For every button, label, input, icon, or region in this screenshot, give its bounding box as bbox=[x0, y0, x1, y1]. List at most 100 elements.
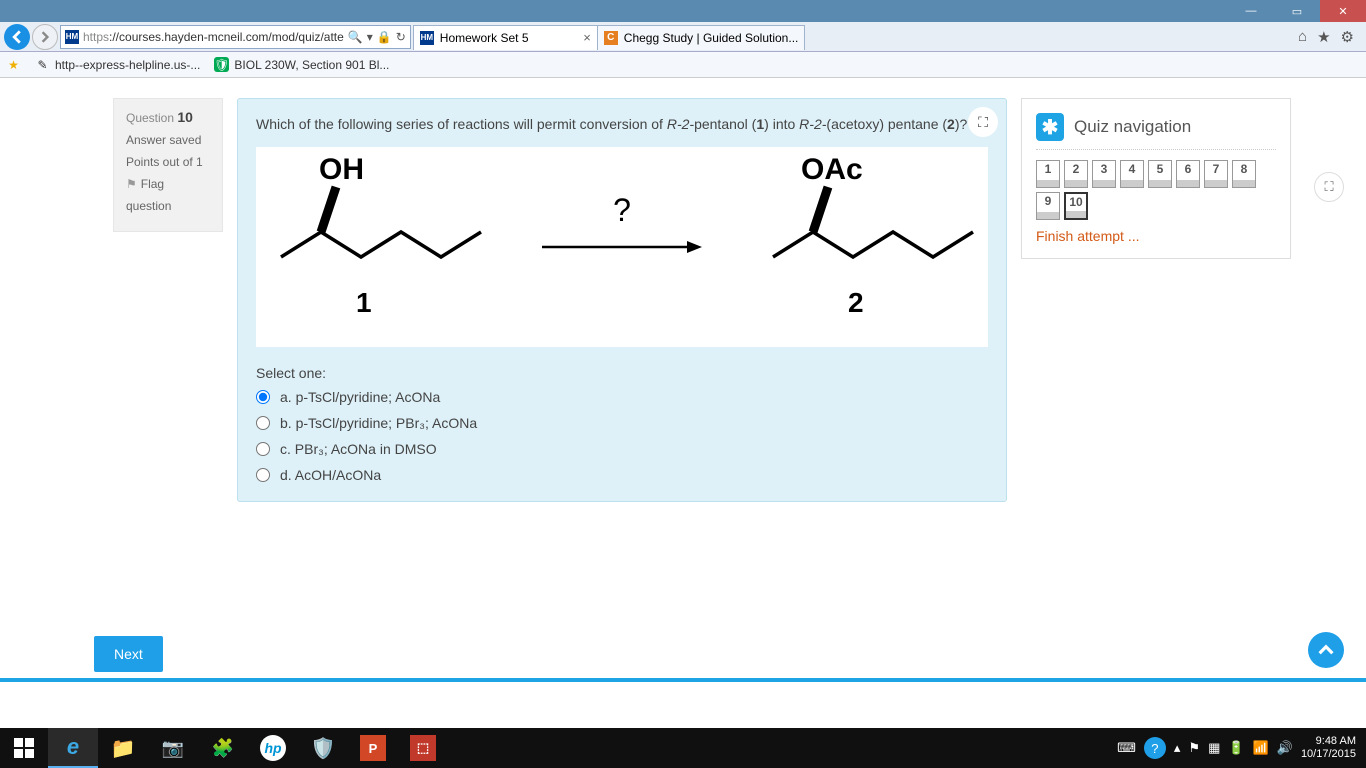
address-favicon: HM bbox=[65, 30, 79, 44]
taskbar-app-red[interactable]: ⬚ bbox=[398, 728, 448, 768]
help-icon[interactable]: ? bbox=[1144, 737, 1166, 759]
browser-right-icons: ⌂ ★ ⚙ bbox=[1298, 28, 1362, 46]
option-a[interactable]: a. p-TsCl/pyridine; AcONa bbox=[256, 389, 988, 405]
taskbar-camera[interactable]: 📷 bbox=[148, 728, 198, 768]
tab-strip: HM Homework Set 5 × C Chegg Study | Guid… bbox=[413, 24, 805, 50]
flag-icon: ⚑ bbox=[126, 177, 137, 191]
system-tray: ⌨ ? ▴ ⚑ ▦ 🔋 📶 🔊 9:48 AM 10/17/2015 bbox=[1117, 735, 1366, 761]
close-icon[interactable]: × bbox=[583, 30, 591, 45]
option-a-radio[interactable] bbox=[256, 390, 270, 404]
answer-options: a. p-TsCl/pyridine; AcONa b. p-TsCl/pyri… bbox=[256, 389, 988, 483]
search-icon[interactable]: 🔍 bbox=[348, 30, 363, 44]
quiz-nav-q7[interactable]: 7 bbox=[1204, 160, 1228, 188]
taskbar-powerpoint[interactable]: P bbox=[348, 728, 398, 768]
flag-question-link[interactable]: ⚑ Flag bbox=[126, 177, 210, 191]
tab-homework[interactable]: HM Homework Set 5 × bbox=[413, 25, 598, 50]
network-icon[interactable]: 📶 bbox=[1253, 740, 1269, 756]
quiz-nav-q5[interactable]: 5 bbox=[1148, 160, 1172, 188]
reaction-diagram: OH 1 ? OAc bbox=[256, 147, 988, 347]
taskbar-ie[interactable]: e bbox=[48, 728, 98, 768]
tab-title: Chegg Study | Guided Solution... bbox=[624, 31, 799, 45]
finish-attempt-link[interactable]: Finish attempt ... bbox=[1036, 228, 1276, 244]
battery-icon[interactable]: 🔋 bbox=[1228, 740, 1244, 756]
bookmark-biol230w[interactable]: 🛡BIOL 230W, Section 901 Bl... bbox=[214, 57, 389, 72]
quiz-nav-q9[interactable]: 9 bbox=[1036, 192, 1060, 220]
question-info-panel: Question 10 Answer saved Points out of 1… bbox=[113, 98, 223, 232]
quiz-nav-q8[interactable]: 8 bbox=[1232, 160, 1256, 188]
taskbar-app-colorful[interactable]: 🧩 bbox=[198, 728, 248, 768]
quiz-nav-q1[interactable]: 1 bbox=[1036, 160, 1060, 188]
quiz-nav-grid: 12345678 910 bbox=[1036, 160, 1276, 220]
question-body: ⛶ Which of the following series of react… bbox=[237, 98, 1007, 502]
option-d-label: d. AcOH/AcONa bbox=[280, 467, 381, 483]
dropdown-icon[interactable]: ▾ bbox=[367, 30, 373, 44]
structure2-group: OAc bbox=[801, 153, 863, 187]
option-b-radio[interactable] bbox=[256, 416, 270, 430]
option-c[interactable]: c. PBr₃; AcONa in DMSO bbox=[256, 441, 988, 457]
taskbar-explorer[interactable]: 📁 bbox=[98, 728, 148, 768]
points-label: Points out of 1 bbox=[126, 155, 210, 169]
bookmark-express-helpline[interactable]: ✎http--express-helpline.us-... bbox=[35, 57, 200, 72]
taskbar: e 📁 📷 🧩 hp 🛡️ P ⬚ ⌨ ? ▴ ⚑ ▦ 🔋 📶 🔊 9:48 A… bbox=[0, 728, 1366, 768]
tab-title: Homework Set 5 bbox=[440, 31, 529, 45]
keyboard-icon[interactable]: ⌨ bbox=[1117, 740, 1136, 756]
start-button[interactable] bbox=[0, 728, 48, 768]
quiz-nav-q3[interactable]: 3 bbox=[1092, 160, 1116, 188]
tab-favicon: HM bbox=[420, 31, 434, 45]
page-fullscreen-icon[interactable]: ⛶ bbox=[1314, 172, 1344, 202]
window-close-button[interactable]: ✕ bbox=[1320, 0, 1366, 22]
favorites-bar: ★ ✎http--express-helpline.us-... 🛡BIOL 2… bbox=[0, 52, 1366, 78]
question-text: Which of the following series of reactio… bbox=[256, 113, 988, 135]
quiz-nav-panel: ✱ Quiz navigation 12345678 910 Finish att… bbox=[1021, 98, 1291, 259]
scroll-to-top-button[interactable] bbox=[1308, 632, 1344, 668]
address-bar[interactable]: HM https://courses.hayden-mcneil.com/mod… bbox=[60, 25, 411, 49]
chevron-up-icon[interactable]: ▴ bbox=[1174, 740, 1181, 756]
option-b-label: b. p-TsCl/pyridine; PBr₃; AcONa bbox=[280, 415, 477, 431]
nav-back-button[interactable] bbox=[4, 24, 30, 50]
page-bottom-accent bbox=[0, 678, 1366, 682]
favorites-star-icon[interactable]: ★ bbox=[1317, 28, 1330, 46]
page-content: Question 10 Answer saved Points out of 1… bbox=[0, 78, 1366, 728]
tray-app-icon[interactable]: ▦ bbox=[1208, 740, 1220, 756]
window-titlebar: — ▭ ✕ bbox=[0, 0, 1366, 22]
add-favorite-button[interactable]: ★ bbox=[6, 57, 21, 72]
quiz-nav-q10[interactable]: 10 bbox=[1064, 192, 1088, 220]
quiz-nav-icon: ✱ bbox=[1036, 113, 1064, 141]
option-b[interactable]: b. p-TsCl/pyridine; PBr₃; AcONa bbox=[256, 415, 988, 431]
taskbar-security[interactable]: 🛡️ bbox=[298, 728, 348, 768]
flag-icon[interactable]: ⚑ bbox=[1188, 740, 1200, 756]
fullscreen-icon[interactable]: ⛶ bbox=[968, 107, 998, 137]
quiz-nav-q6[interactable]: 6 bbox=[1176, 160, 1200, 188]
answer-status: Answer saved bbox=[126, 133, 210, 147]
window-minimize-button[interactable]: — bbox=[1228, 0, 1274, 22]
gear-icon[interactable]: ⚙ bbox=[1341, 28, 1354, 46]
lock-icon: 🔒 bbox=[377, 30, 392, 44]
address-url: https://courses.hayden-mcneil.com/mod/qu… bbox=[83, 30, 344, 44]
next-button[interactable]: Next bbox=[94, 636, 163, 672]
option-d[interactable]: d. AcOH/AcONa bbox=[256, 467, 988, 483]
option-c-label: c. PBr₃; AcONa in DMSO bbox=[280, 441, 437, 457]
address-tools: 🔍 ▾ 🔒 ↻ bbox=[348, 30, 406, 44]
taskbar-hp[interactable]: hp bbox=[248, 728, 298, 768]
nav-forward-button[interactable] bbox=[32, 24, 58, 50]
flag-sub-label: question bbox=[126, 199, 210, 213]
volume-icon[interactable]: 🔊 bbox=[1277, 740, 1293, 756]
quiz-nav-q4[interactable]: 4 bbox=[1120, 160, 1144, 188]
quiz-nav-title: Quiz navigation bbox=[1074, 117, 1191, 137]
quiz-nav-q2[interactable]: 2 bbox=[1064, 160, 1088, 188]
refresh-icon[interactable]: ↻ bbox=[396, 30, 406, 44]
option-d-radio[interactable] bbox=[256, 468, 270, 482]
taskbar-clock[interactable]: 9:48 AM 10/17/2015 bbox=[1301, 735, 1356, 761]
option-c-radio[interactable] bbox=[256, 442, 270, 456]
reaction-question-mark: ? bbox=[613, 192, 631, 229]
select-one-label: Select one: bbox=[256, 365, 988, 381]
structure2-number: 2 bbox=[848, 287, 864, 319]
window-maximize-button[interactable]: ▭ bbox=[1274, 0, 1320, 22]
structure1-number: 1 bbox=[356, 287, 372, 319]
option-a-label: a. p-TsCl/pyridine; AcONa bbox=[280, 389, 440, 405]
structure1-group: OH bbox=[319, 153, 364, 187]
tab-chegg[interactable]: C Chegg Study | Guided Solution... bbox=[597, 25, 806, 50]
browser-toolbar: HM https://courses.hayden-mcneil.com/mod… bbox=[0, 22, 1366, 52]
tab-favicon: C bbox=[604, 31, 618, 45]
home-icon[interactable]: ⌂ bbox=[1298, 28, 1307, 46]
